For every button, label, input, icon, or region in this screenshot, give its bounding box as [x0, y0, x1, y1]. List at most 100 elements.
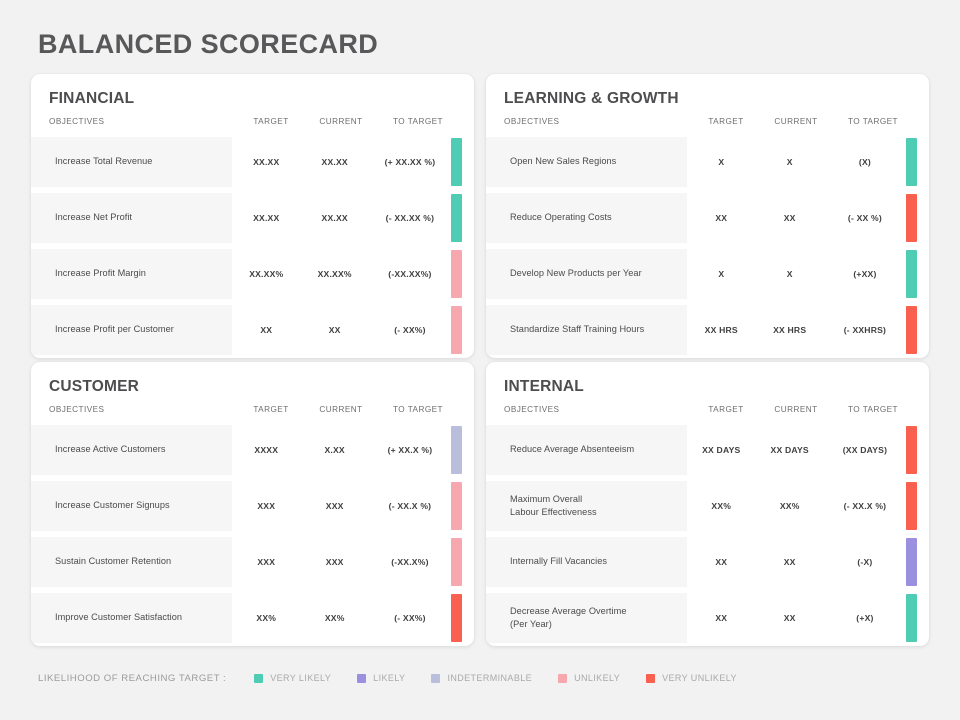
to-target-cell: (-X): [857, 557, 873, 567]
column-header-objectives: OBJECTIVES: [49, 404, 105, 414]
status-bar: [450, 482, 462, 530]
table-row[interactable]: Increase Profit Margin XX.XX% XX.XX% (-XX.X…: [31, 246, 474, 302]
legend-item-label: VERY LIKELY: [270, 673, 332, 683]
card-rows: Open New Sales Regions X X (X) Reduce Operat…: [486, 134, 929, 358]
to-target-cell: (X): [858, 157, 871, 167]
status-bar: [450, 306, 462, 354]
objective-cell: Improve Customer Satisfaction: [31, 593, 233, 643]
table-row[interactable]: Reduce Operating Costs XX XX (- XX %): [486, 190, 929, 246]
status-bar: [905, 426, 917, 474]
table-row[interactable]: Standardize Staff Training Hours XX HRS XX…: [486, 302, 929, 358]
to-target-cell: (+XX): [853, 269, 877, 279]
status-bar-slot: [905, 478, 929, 534]
table-row[interactable]: Maximum Overall Labour Effectiveness XX% X…: [486, 478, 929, 534]
status-bar-slot: [905, 590, 929, 646]
legend-swatch-icon: [646, 673, 656, 683]
column-header-target: TARGET: [708, 404, 744, 414]
legend-swatch-icon: [431, 673, 441, 683]
target-cell: X: [718, 157, 725, 167]
table-row[interactable]: Sustain Customer Retention XXX XXX (-XX.X%): [31, 534, 474, 590]
table-row[interactable]: Open New Sales Regions X X (X): [486, 134, 929, 190]
table-row[interactable]: Increase Net Profit XX.XX XX.XX (- XX.XX %): [31, 190, 474, 246]
column-header-to-target: TO TARGET: [393, 116, 443, 126]
column-header-current: CURRENT: [774, 404, 818, 414]
to-target-cell: (-XX.XX%): [388, 269, 432, 279]
status-bar-slot: [905, 134, 929, 190]
table-row[interactable]: Develop New Products per Year X X (+XX): [486, 246, 929, 302]
current-cell: X.XX: [324, 445, 345, 455]
target-cell: X: [718, 269, 725, 279]
target-cell: XXX: [257, 557, 276, 567]
column-header-row: OBJECTIVES TARGET CURRENT TO TARGET: [31, 401, 474, 417]
card-rows: Increase Total Revenue XX.XX XX.XX (+ XX.XX…: [31, 134, 474, 358]
table-row[interactable]: Increase Customer Signups XXX XXX (- XX.X %…: [31, 478, 474, 534]
table-row[interactable]: Decrease Average Overtime (Per Year) XX XX…: [486, 590, 929, 646]
balanced-scorecard-page: BALANCED SCORECARD FINANCIAL OBJECTIVES TA…: [0, 0, 960, 720]
target-cell: XX.XX: [253, 157, 280, 167]
scorecard-grid: FINANCIAL OBJECTIVES TARGET CURRENT TO TARGE…: [31, 74, 929, 646]
status-bar-slot: [450, 422, 474, 478]
card-title: CUSTOMER: [49, 378, 140, 395]
target-cell: XX DAYS: [702, 445, 741, 455]
card-title: INTERNAL: [504, 378, 584, 395]
status-bar-slot: [905, 422, 929, 478]
card-title: LEARNING & GROWTH: [504, 90, 679, 107]
objective-cell: Develop New Products per Year: [486, 249, 688, 299]
table-row[interactable]: Improve Customer Satisfaction XX% XX% (- XX…: [31, 590, 474, 646]
page-title: BALANCED SCORECARD: [38, 29, 379, 59]
legend-item-label: INDETERMINABLE: [447, 673, 533, 683]
table-row[interactable]: Reduce Average Absenteeism XX DAYS XX DAYS…: [486, 422, 929, 478]
target-cell: XXX: [257, 501, 276, 511]
target-cell: XX%: [711, 501, 732, 511]
status-bar: [905, 250, 917, 298]
current-cell: XX.XX: [321, 157, 348, 167]
to-target-cell: (- XXHRS): [843, 325, 887, 335]
to-target-cell: (- XX.X %): [843, 501, 887, 511]
status-bar: [450, 250, 462, 298]
objective-cell: Reduce Operating Costs: [486, 193, 688, 243]
objective-cell: Open New Sales Regions: [486, 137, 688, 187]
scorecard-card: CUSTOMER OBJECTIVES TARGET CURRENT TO TARGET…: [31, 362, 474, 646]
card-rows: Reduce Average Absenteeism XX DAYS XX DAYS…: [486, 422, 929, 646]
legend-swatch-icon: [254, 673, 264, 683]
to-target-cell: (+ XX.XX %): [384, 157, 436, 167]
target-cell: XX: [715, 213, 728, 223]
status-bar-slot: [450, 134, 474, 190]
current-cell: X: [786, 269, 793, 279]
objective-cell: Increase Profit Margin: [31, 249, 233, 299]
objective-cell: Decrease Average Overtime (Per Year): [486, 593, 688, 643]
to-target-cell: (-XX.X%): [391, 557, 429, 567]
column-header-target: TARGET: [253, 404, 289, 414]
table-row[interactable]: Internally Fill Vacancies XX XX (-X): [486, 534, 929, 590]
target-cell: XX.XX%: [249, 269, 284, 279]
objective-cell: Internally Fill Vacancies: [486, 537, 688, 587]
table-row[interactable]: Increase Profit per Customer XX XX (- XX%): [31, 302, 474, 358]
objective-cell: Maximum Overall Labour Effectiveness: [486, 481, 688, 531]
column-header-row: OBJECTIVES TARGET CURRENT TO TARGET: [486, 401, 929, 417]
column-header-to-target: TO TARGET: [848, 404, 898, 414]
status-bar-slot: [450, 246, 474, 302]
status-bar-slot: [450, 190, 474, 246]
target-cell: XX: [715, 557, 728, 567]
table-row[interactable]: Increase Total Revenue XX.XX XX.XX (+ XX.XX…: [31, 134, 474, 190]
table-row[interactable]: Increase Active Customers XXXX X.XX (+ XX.X…: [31, 422, 474, 478]
column-header-target: TARGET: [708, 116, 744, 126]
objective-cell: Increase Net Profit: [31, 193, 233, 243]
legend-item: VERY UNLIKELY: [646, 673, 737, 683]
status-bar: [905, 594, 917, 642]
current-cell: XX: [328, 325, 341, 335]
legend-item-label: VERY UNLIKELY: [662, 673, 737, 683]
legend-label: LIKELIHOOD OF REACHING TARGET :: [38, 672, 227, 684]
column-header-current: CURRENT: [319, 116, 363, 126]
status-bar-slot: [905, 302, 929, 358]
legend-item: UNLIKELY: [558, 673, 620, 683]
to-target-cell: (+ XX.X %): [387, 445, 433, 455]
objective-cell: Increase Active Customers: [31, 425, 233, 475]
to-target-cell: (- XX%): [394, 325, 426, 335]
status-bar: [905, 138, 917, 186]
legend: LIKELIHOOD OF REACHING TARGET : VERY LIK…: [38, 669, 763, 687]
current-cell: XX: [783, 557, 796, 567]
card-title: FINANCIAL: [49, 90, 135, 107]
status-bar-slot: [450, 590, 474, 646]
current-cell: XX%: [779, 501, 800, 511]
